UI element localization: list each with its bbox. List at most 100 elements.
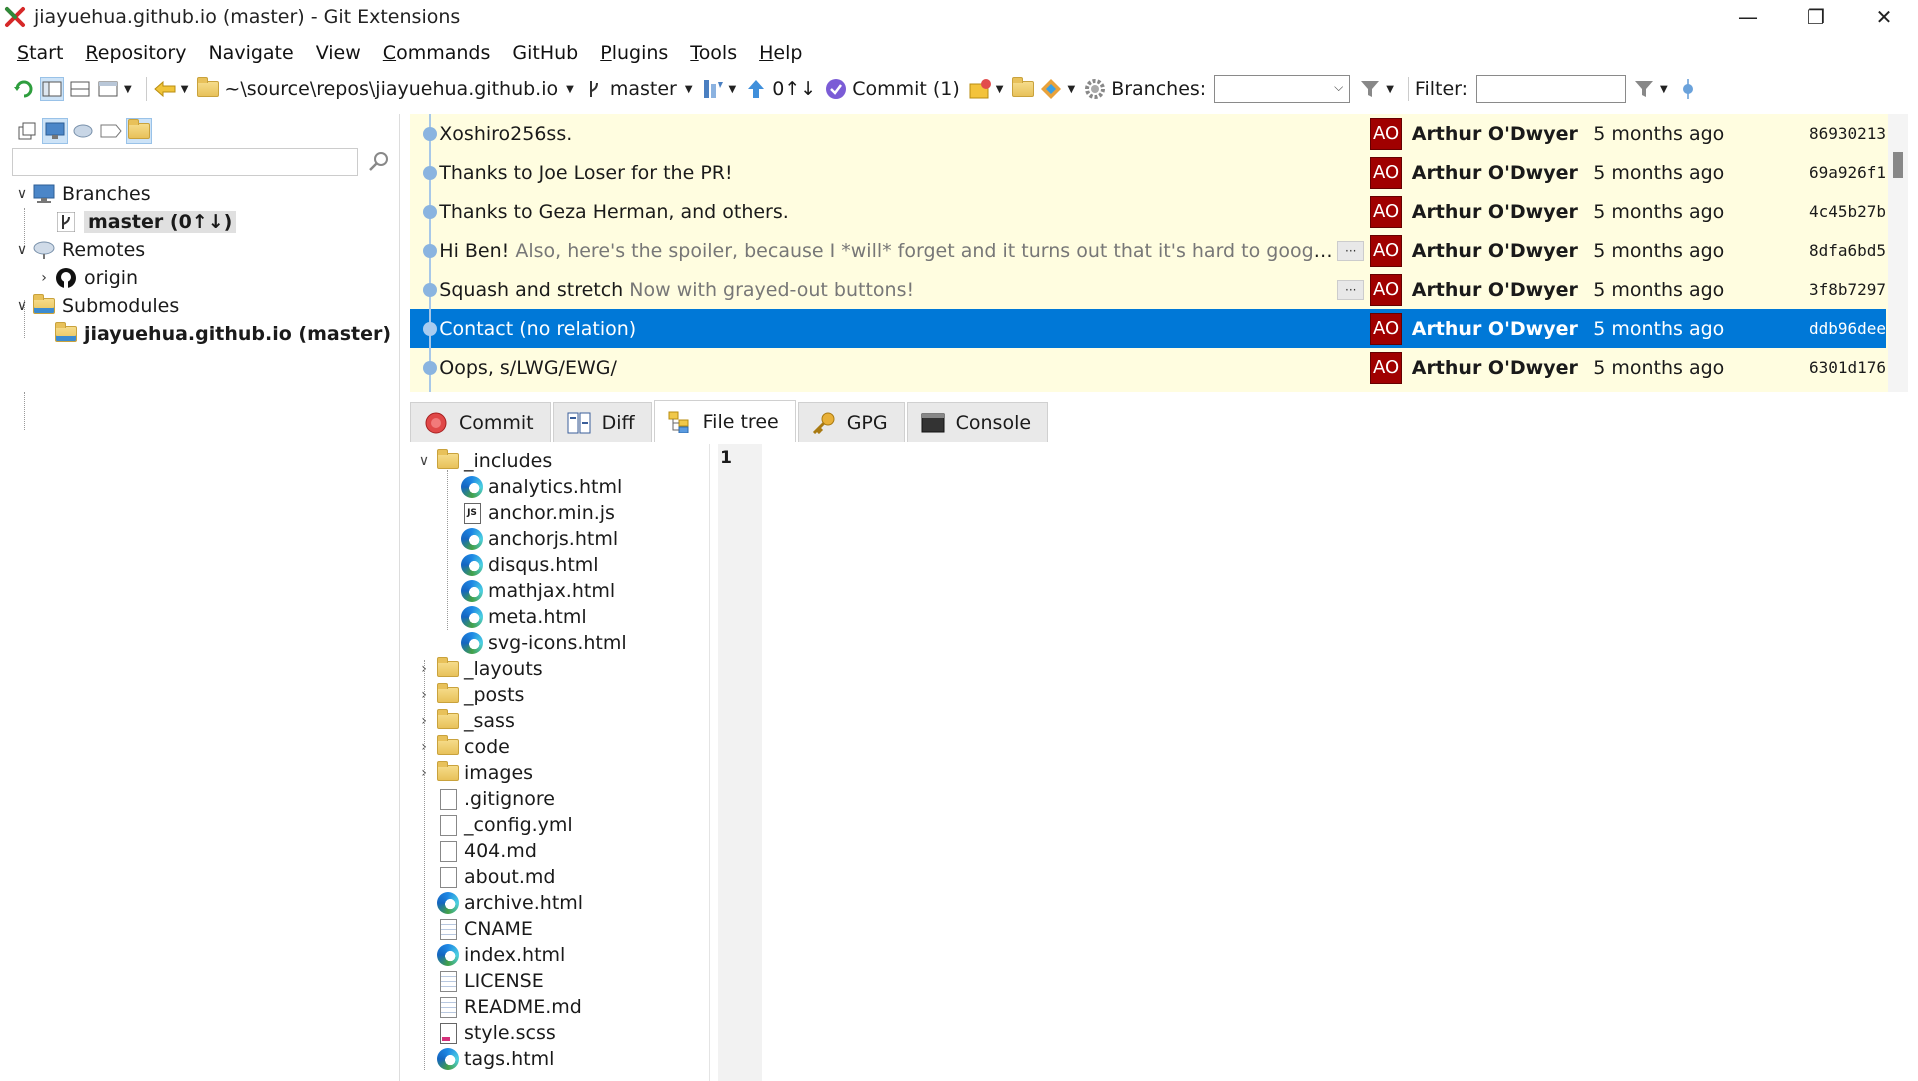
open-repo-arrow-icon[interactable] <box>153 77 177 101</box>
show-first-parent-icon[interactable] <box>1676 77 1700 101</box>
more-ellipsis-icon[interactable]: ··· <box>1337 279 1365 300</box>
tree-item-submodules[interactable]: ∨ Submodules <box>8 292 400 320</box>
ahead-behind-count[interactable]: 0↑↓ <box>772 78 816 100</box>
file-item[interactable]: style.scss <box>410 1020 710 1046</box>
menu-help[interactable]: Help <box>748 42 813 64</box>
git-diamond-icon[interactable] <box>1039 77 1063 101</box>
local-branches-icon[interactable] <box>42 118 68 144</box>
file-item[interactable]: svg-icons.html <box>410 630 710 656</box>
file-item[interactable]: mathjax.html <box>410 578 710 604</box>
chevron-down-icon[interactable]: ▼ <box>996 84 1004 95</box>
collapse-all-icon[interactable] <box>14 118 40 144</box>
menu-start[interactable]: Start <box>6 42 74 64</box>
revision-row[interactable]: Thanks to Joe Loser for the PR!···AOArth… <box>410 153 1886 192</box>
file-item[interactable]: 404.md <box>410 838 710 864</box>
remotes-cloud-icon[interactable] <box>70 118 96 144</box>
layout-split-icon[interactable] <box>68 77 92 101</box>
chevron-down-icon[interactable]: ▼ <box>1067 84 1075 95</box>
revision-row[interactable]: Oops, s/LWG/EWG/···AOArthur O'Dwyer5 mon… <box>410 348 1886 387</box>
commit-button[interactable]: Commit (1) <box>852 78 960 100</box>
stash-icon[interactable] <box>968 77 992 101</box>
file-explorer-icon[interactable] <box>1011 77 1035 101</box>
layout-options-icon[interactable] <box>96 77 120 101</box>
revision-row[interactable]: Xoshiro256ss.···AOArthur O'Dwyer5 months… <box>410 114 1886 153</box>
file-item[interactable]: analytics.html <box>410 474 710 500</box>
chevron-down-icon[interactable]: ⌵ <box>1334 80 1343 95</box>
revision-row[interactable]: Squash and stretch Now with grayed-out b… <box>410 270 1886 309</box>
file-item[interactable]: .gitignore <box>410 786 710 812</box>
file-item[interactable]: README.md <box>410 994 710 1020</box>
menu-view[interactable]: View <box>305 42 372 64</box>
refresh-icon[interactable] <box>12 77 36 101</box>
filter-icon[interactable] <box>1358 77 1382 101</box>
layout-single-icon[interactable] <box>40 77 64 101</box>
chevron-down-icon[interactable]: ▼ <box>1386 84 1394 95</box>
tree-item-origin[interactable]: › origin <box>8 264 400 292</box>
folder-item[interactable]: › _posts <box>410 682 710 708</box>
push-icon[interactable] <box>744 77 768 101</box>
file-item[interactable]: meta.html <box>410 604 710 630</box>
chevron-down-icon[interactable]: ▼ <box>685 84 693 95</box>
filter-icon[interactable] <box>1632 77 1656 101</box>
tree-item-remotes[interactable]: ∨ Remotes <box>8 236 400 264</box>
folder-item[interactable]: ∨ _includes <box>410 448 710 474</box>
file-item[interactable]: _config.yml <box>410 812 710 838</box>
file-item[interactable]: disqus.html <box>410 552 710 578</box>
chevron-down-icon[interactable]: ∨ <box>12 298 32 314</box>
revision-row[interactable]: Thanks to Geza Herman, and others.···AOA… <box>410 192 1886 231</box>
file-item[interactable]: JS anchor.min.js <box>410 500 710 526</box>
menu-tools[interactable]: Tools <box>679 42 748 64</box>
chevron-down-icon[interactable]: ∨ <box>12 186 32 202</box>
folder-item[interactable]: › code <box>410 734 710 760</box>
settings-gear-icon[interactable] <box>1083 77 1107 101</box>
close-button[interactable]: ✕ <box>1850 0 1918 34</box>
submodules-icon[interactable] <box>126 118 152 144</box>
chevron-down-icon[interactable]: ▼ <box>566 84 574 95</box>
chevron-down-icon[interactable]: ∨ <box>412 453 436 469</box>
tab-diff[interactable]: Diff <box>552 402 652 442</box>
revision-row[interactable]: Hi Ben! Also, here's the spoiler, becaus… <box>410 231 1886 270</box>
file-item[interactable]: CNAME <box>410 916 710 942</box>
left-search-input[interactable] <box>12 148 358 176</box>
tree-item-jiayuehua-github-io[interactable]: jiayuehua.github.io (master) <box>8 320 400 348</box>
menu-plugins[interactable]: Plugins <box>589 42 679 64</box>
tab-file-tree[interactable]: File tree <box>653 400 796 442</box>
file-item[interactable]: archive.html <box>410 890 710 916</box>
file-item[interactable]: index.html <box>410 942 710 968</box>
current-branch[interactable]: master <box>610 78 677 100</box>
minimize-button[interactable]: — <box>1714 0 1782 34</box>
folder-item[interactable]: › _layouts <box>410 656 710 682</box>
tab-console[interactable]: Console <box>906 402 1049 442</box>
menu-repository[interactable]: Repository <box>74 42 197 64</box>
revision-scrollbar[interactable] <box>1888 114 1908 392</box>
file-item[interactable]: anchorjs.html <box>410 526 710 552</box>
chevron-down-icon[interactable]: ▼ <box>181 84 189 95</box>
repo-folder-icon[interactable] <box>196 77 220 101</box>
tab-gpg[interactable]: GPG <box>797 402 905 442</box>
file-item[interactable]: about.md <box>410 864 710 890</box>
tree-item-branches[interactable]: ∨ Branches <box>8 180 400 208</box>
scrollbar-thumb[interactable] <box>1893 152 1903 178</box>
more-ellipsis-icon[interactable]: ··· <box>1337 240 1365 261</box>
chevron-down-icon[interactable]: ▼ <box>1660 84 1668 95</box>
repo-path[interactable]: ~\source\repos\jiayuehua.github.io <box>224 78 558 100</box>
tags-icon[interactable] <box>98 118 124 144</box>
menu-github[interactable]: GitHub <box>501 42 589 64</box>
file-item[interactable]: tags.html <box>410 1046 710 1072</box>
commit-check-icon[interactable] <box>824 77 848 101</box>
pull-icon[interactable] <box>701 77 725 101</box>
tab-commit[interactable]: Commit <box>410 402 551 442</box>
folder-item[interactable]: › _sass <box>410 708 710 734</box>
chevron-right-icon[interactable]: › <box>34 270 54 286</box>
restore-button[interactable]: ❐ <box>1782 0 1850 34</box>
chevron-down-icon[interactable]: ▼ <box>124 84 132 95</box>
menu-commands[interactable]: Commands <box>372 42 502 64</box>
filter-input[interactable] <box>1476 75 1627 103</box>
file-item[interactable]: LICENSE <box>410 968 710 994</box>
search-icon[interactable] <box>368 150 394 176</box>
chevron-down-icon[interactable]: ▼ <box>729 84 737 95</box>
folder-item[interactable]: › images <box>410 760 710 786</box>
menu-navigate[interactable]: Navigate <box>197 42 304 64</box>
branches-combo[interactable]: ⌵ <box>1214 75 1351 103</box>
revision-row[interactable]: Contact (no relation)···AOArthur O'Dwyer… <box>410 309 1886 348</box>
